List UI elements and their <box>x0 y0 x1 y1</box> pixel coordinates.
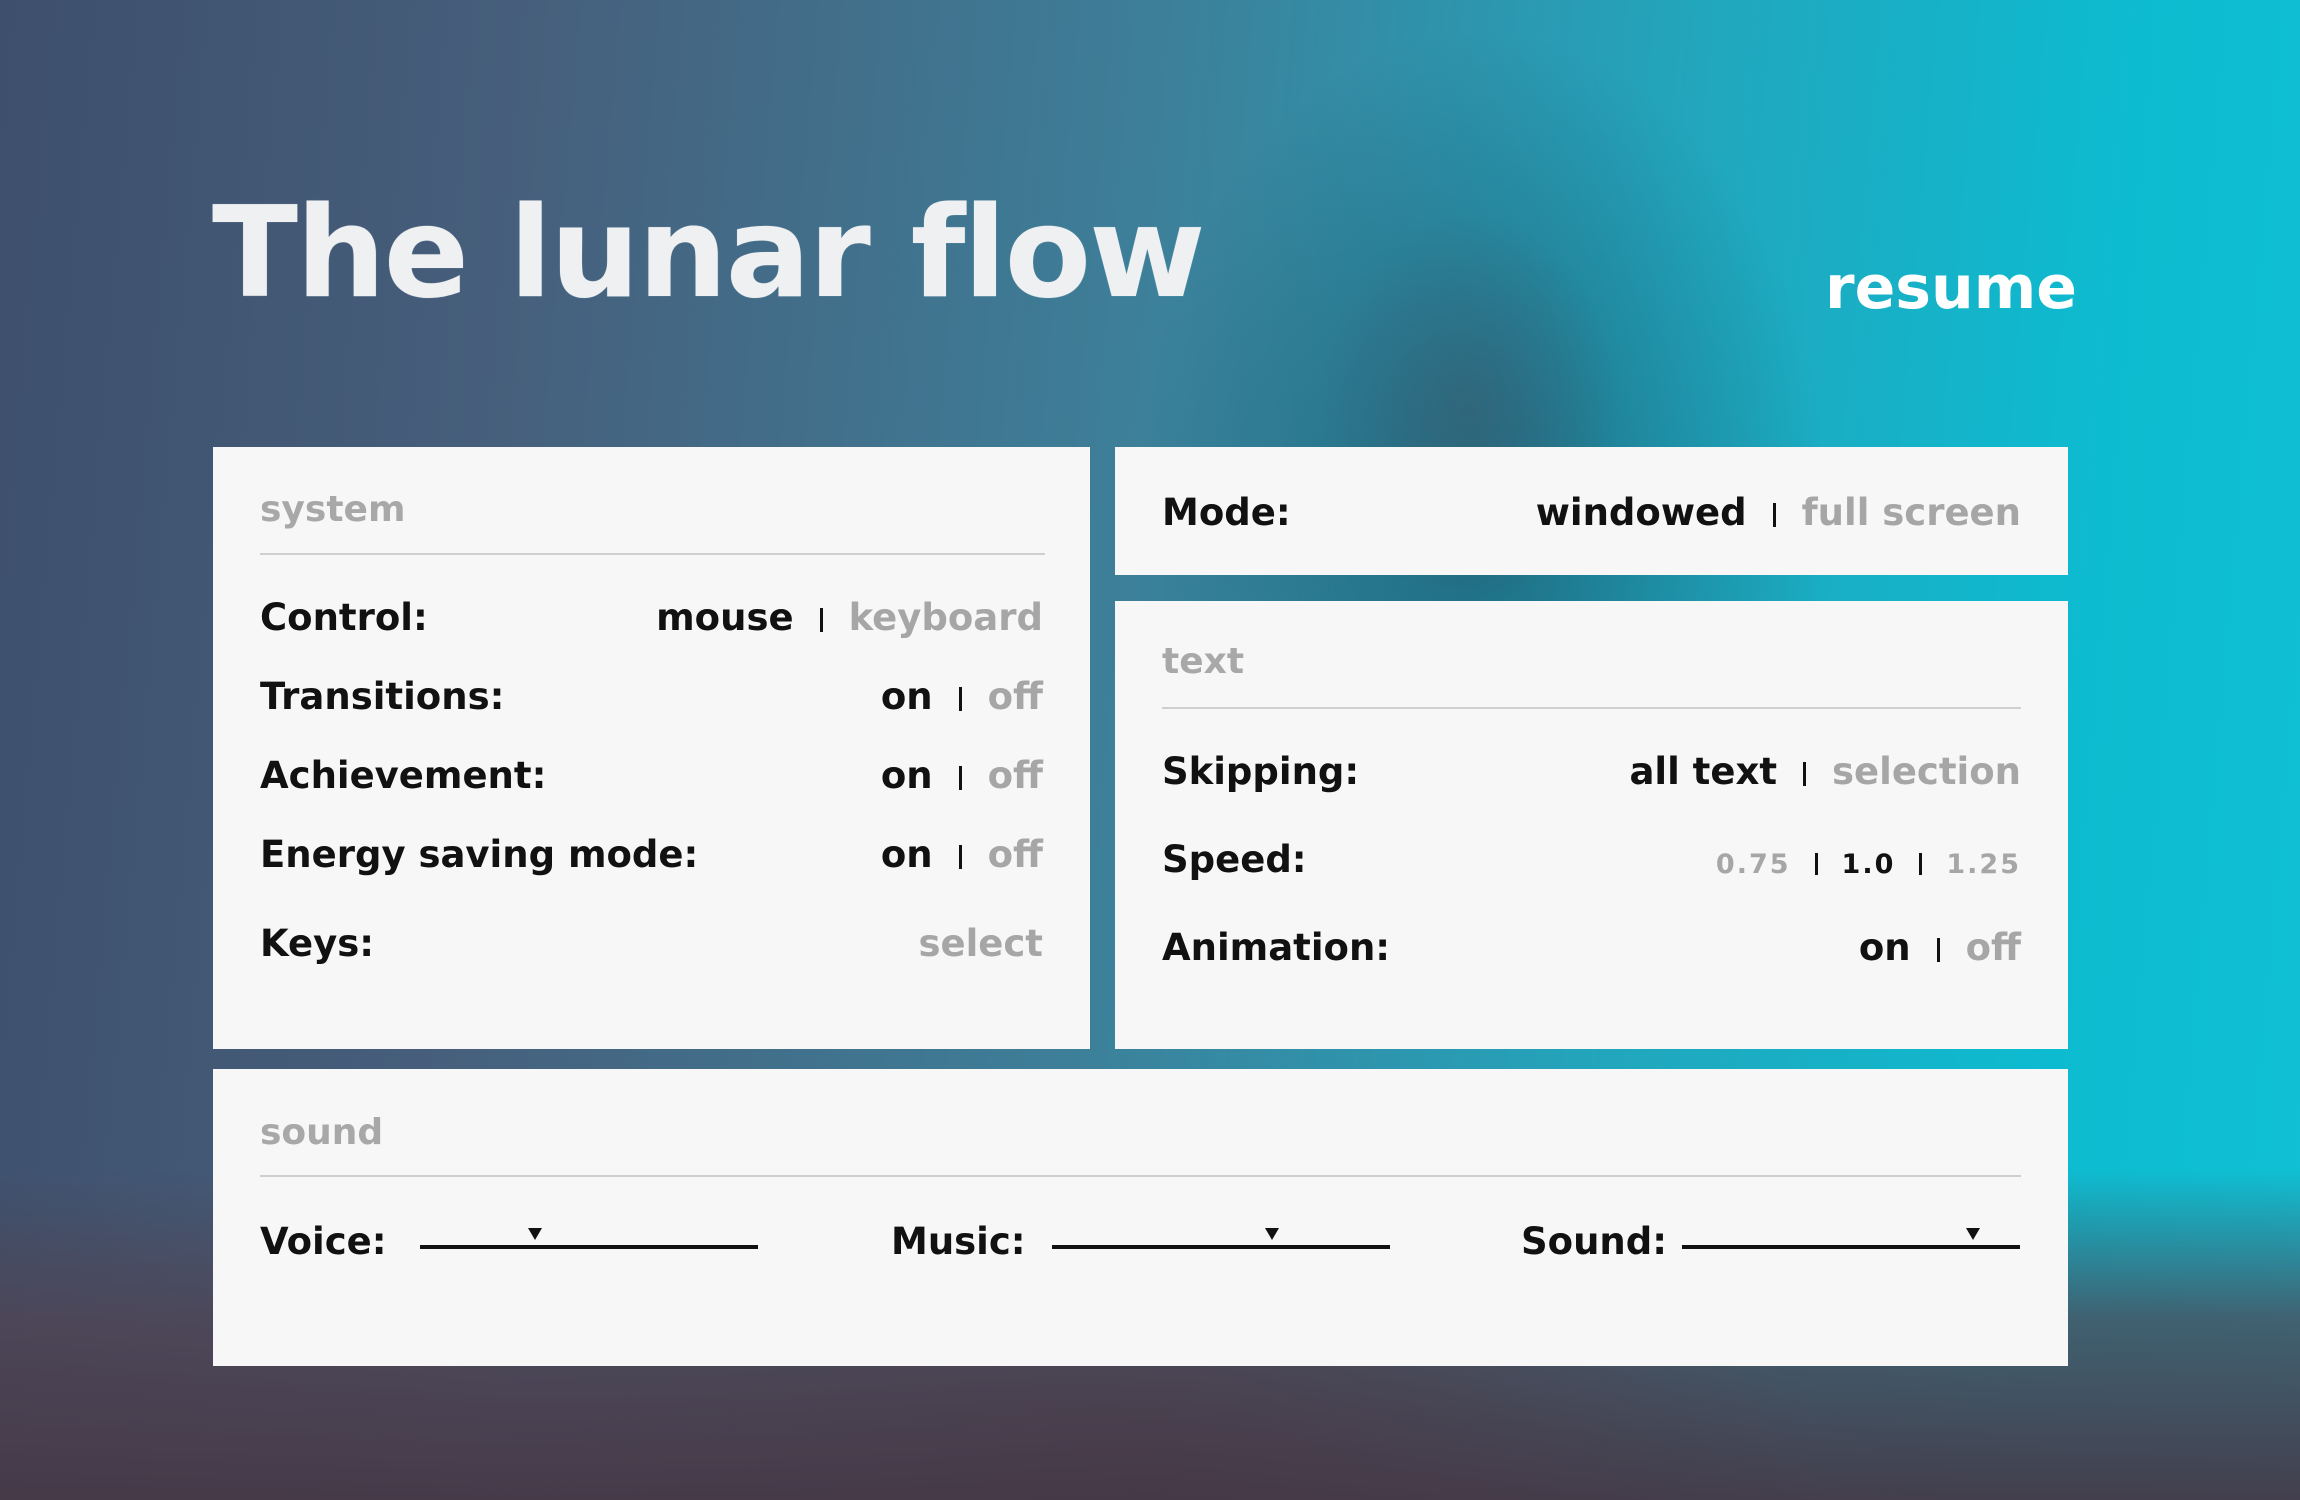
system-panel: system Control: mouse keyboard Transitio… <box>213 447 1090 1049</box>
achievement-option-on[interactable]: on <box>881 757 933 794</box>
energy-saving-options: on off <box>881 836 1043 873</box>
animation-label: Animation: <box>1162 926 1391 969</box>
resume-button[interactable]: resume <box>1825 258 2077 318</box>
mode-panel: Mode: windowed full screen <box>1115 447 2068 575</box>
achievement-label: Achievement: <box>260 754 547 797</box>
separator <box>1772 503 1776 527</box>
voice-label: Voice: <box>260 1220 387 1263</box>
speed-options: 0.75 1.0 1.25 <box>1716 851 2021 878</box>
keys-label: Keys: <box>260 922 375 965</box>
separator <box>819 608 823 632</box>
sound-label: Sound: <box>1521 1220 1668 1263</box>
transitions-option-off[interactable]: off <box>988 678 1043 715</box>
system-divider <box>260 553 1045 555</box>
speed-label: Speed: <box>1162 838 1307 881</box>
control-option-mouse[interactable]: mouse <box>656 599 793 636</box>
transitions-option-on[interactable]: on <box>881 678 933 715</box>
separator <box>958 766 962 790</box>
voice-slider[interactable] <box>420 1228 758 1249</box>
separator <box>1803 762 1807 786</box>
sound-divider <box>260 1175 2021 1177</box>
separator <box>1814 853 1818 875</box>
skipping-label: Skipping: <box>1162 750 1360 793</box>
animation-options: on off <box>1859 929 2021 966</box>
mode-options: windowed full screen <box>1536 494 2021 531</box>
achievement-option-off[interactable]: off <box>988 757 1043 794</box>
speed-option-1-0[interactable]: 1.0 <box>1842 851 1896 878</box>
keys-options: select <box>918 925 1043 962</box>
text-divider <box>1162 707 2021 709</box>
animation-option-on[interactable]: on <box>1859 929 1911 966</box>
control-options: mouse keyboard <box>656 599 1043 636</box>
skipping-option-all-text[interactable]: all text <box>1629 753 1777 790</box>
mode-label: Mode: <box>1162 491 1291 534</box>
mode-option-windowed[interactable]: windowed <box>1536 494 1747 531</box>
text-panel: text Skipping: all text selection Speed:… <box>1115 601 2068 1049</box>
transitions-label: Transitions: <box>260 675 505 718</box>
animation-option-off[interactable]: off <box>1966 929 2021 966</box>
keys-select-button[interactable]: select <box>918 925 1043 962</box>
skipping-option-selection[interactable]: selection <box>1832 753 2021 790</box>
sound-panel-title: sound <box>260 1112 384 1153</box>
energy-saving-option-on[interactable]: on <box>881 836 933 873</box>
skipping-options: all text selection <box>1629 753 2021 790</box>
voice-slider-thumb[interactable] <box>527 1228 542 1240</box>
music-slider[interactable] <box>1052 1228 1390 1249</box>
speed-option-0-75[interactable]: 0.75 <box>1716 851 1791 878</box>
game-logo: The lunar flow <box>212 179 1206 326</box>
music-label: Music: <box>891 1220 1026 1263</box>
control-label: Control: <box>260 596 428 639</box>
music-slider-thumb[interactable] <box>1264 1228 1279 1240</box>
energy-saving-label: Energy saving mode: <box>260 833 699 876</box>
sound-slider[interactable] <box>1682 1228 2020 1249</box>
separator <box>958 687 962 711</box>
sound-slider-thumb[interactable] <box>1965 1228 1980 1240</box>
achievement-options: on off <box>881 757 1043 794</box>
sound-panel: sound Voice: Music: Sound: <box>213 1069 2068 1366</box>
speed-option-1-25[interactable]: 1.25 <box>1946 851 2021 878</box>
transitions-options: on off <box>881 678 1043 715</box>
energy-saving-option-off[interactable]: off <box>988 836 1043 873</box>
text-panel-title: text <box>1162 641 1245 682</box>
separator <box>1936 938 1940 962</box>
separator <box>958 845 962 869</box>
control-option-keyboard[interactable]: keyboard <box>849 599 1043 636</box>
system-panel-title: system <box>260 489 406 530</box>
separator <box>1919 853 1923 875</box>
mode-option-full-screen[interactable]: full screen <box>1802 494 2021 531</box>
